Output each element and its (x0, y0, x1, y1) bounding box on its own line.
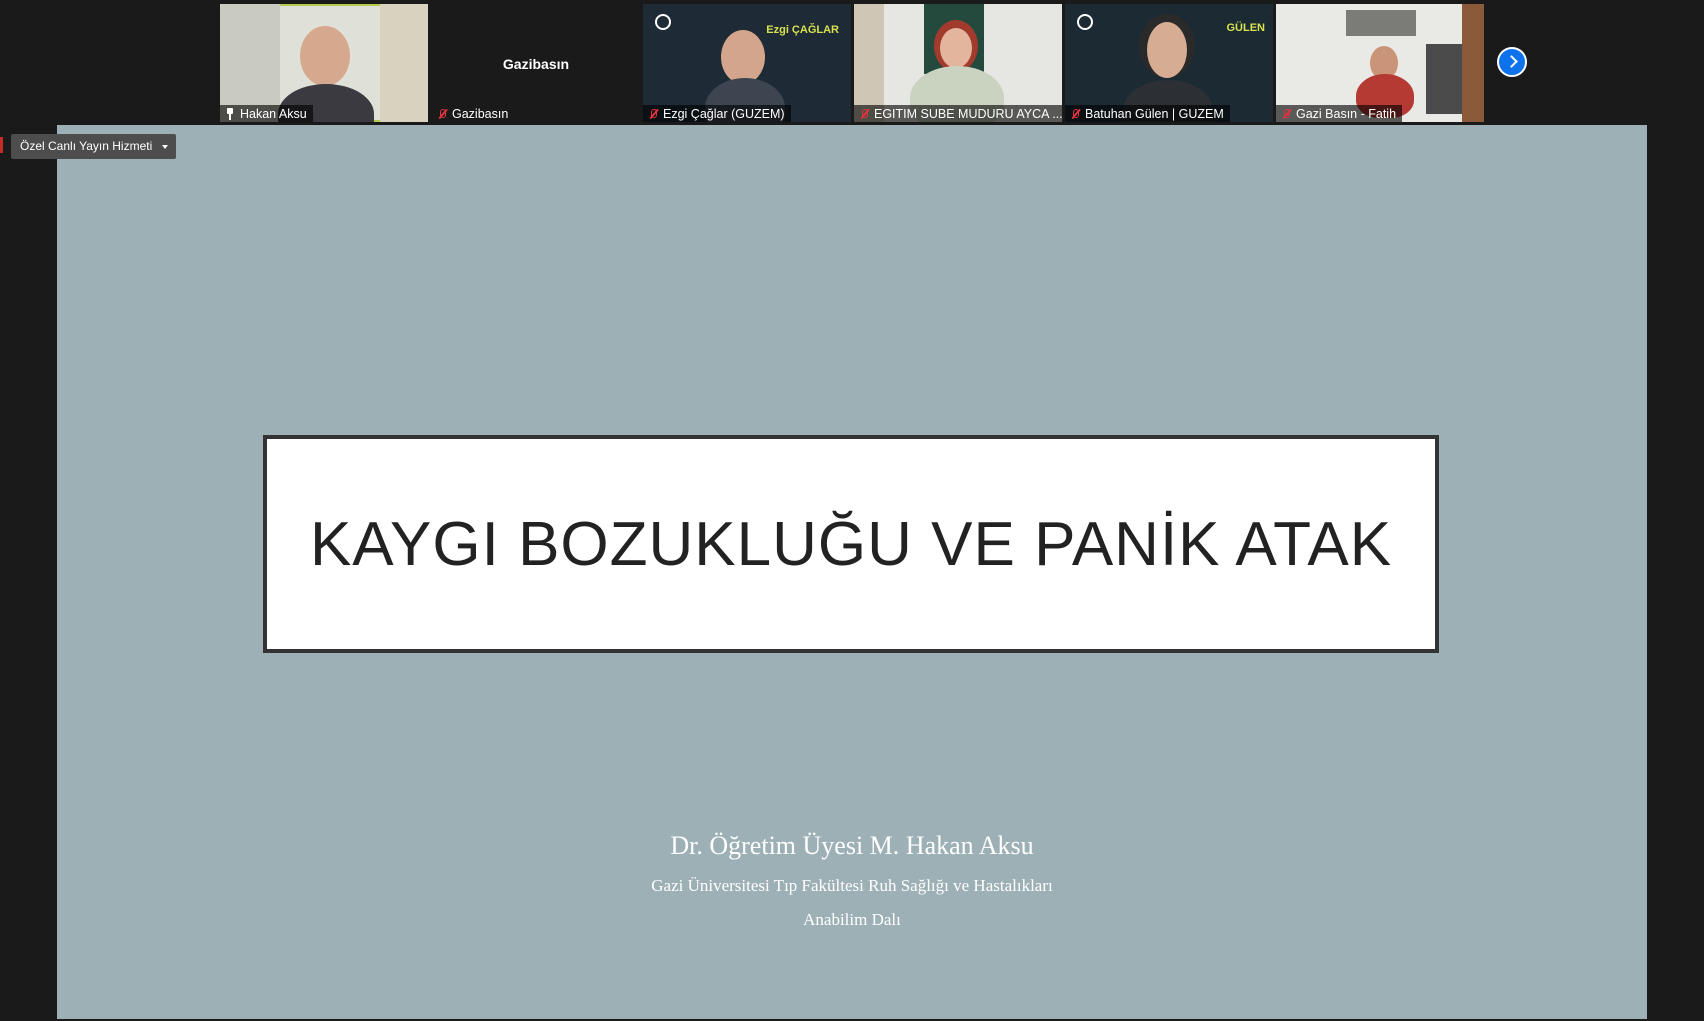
participant-tile[interactable]: Gazi Basın - Fatih (1276, 4, 1484, 122)
chevron-right-icon[interactable] (1497, 47, 1527, 77)
guzem-logo (655, 14, 725, 38)
participant-name: Gazi Basın - Fatih (1296, 106, 1397, 121)
participant-name: Batuhan Gülen | GUZEM (1085, 106, 1224, 121)
participant-tile[interactable]: Hakan Aksu (220, 4, 428, 122)
participant-video (940, 28, 972, 68)
participant-name: EGITIM SUBE MUDURU AYCA ... (874, 106, 1062, 121)
participant-name-label: Ezgi Çağlar (GUZEM) (643, 105, 791, 122)
participant-video (300, 26, 350, 86)
live-stream-dropdown[interactable]: Özel Canlı Yayın Hizmeti (11, 134, 177, 159)
pin-icon (224, 107, 236, 120)
zoom-meeting-window: Hakan Aksu Gazibasın Gazibasın Ezgi ÇAĞL… (0, 0, 1704, 1021)
presenter-department: Anabilim Dalı (803, 910, 901, 929)
participant-tile[interactable]: Gazibasın Gazibasın (432, 4, 640, 122)
office-chair (1426, 44, 1466, 114)
recording-indicator (0, 137, 3, 153)
participant-name-label: Gazi Basın - Fatih (1276, 105, 1403, 122)
mic-muted-icon (436, 108, 448, 120)
participant-tile[interactable]: GÜLEN Batuhan Gülen | GUZEM (1065, 4, 1273, 122)
participant-name: Ezgi Çağlar (GUZEM) (663, 106, 785, 121)
live-stream-label: Özel Canlı Yayın Hizmeti (20, 139, 153, 153)
caret-down-icon (162, 145, 169, 149)
participant-name-label: Hakan Aksu (220, 105, 313, 122)
participant-name-label: EGITIM SUBE MUDURU AYCA ... (854, 105, 1062, 122)
participant-gallery-strip: Hakan Aksu Gazibasın Gazibasın Ezgi ÇAĞL… (0, 0, 1704, 125)
door (1462, 4, 1484, 122)
presenter-name: Dr. Öğretim Üyesi M. Hakan Aksu (670, 831, 1034, 860)
participant-tile[interactable]: EGITIM SUBE MUDURU AYCA ... (854, 4, 1062, 122)
mic-muted-icon (1069, 108, 1081, 120)
slide-title: KAYGI BOZUKLUĞU VE PANİK ATAK (309, 509, 1393, 579)
participant-name-label: Gazibasın (432, 105, 514, 122)
mic-muted-icon (647, 108, 659, 120)
participant-name: Gazibasın (452, 106, 509, 121)
guzem-logo (1077, 14, 1147, 38)
virtual-background-text: Ezgi ÇAĞLAR (766, 24, 839, 36)
presenter-affiliation: Gazi Üniversitesi Tıp Fakültesi Ruh Sağl… (651, 876, 1053, 895)
participant-tile[interactable]: Ezgi ÇAĞLAR Ezgi Çağlar (GUZEM) (643, 4, 851, 122)
mic-muted-icon (858, 108, 870, 120)
participant-center-name: Gazibasın (502, 56, 570, 72)
wall-frames (1346, 10, 1416, 36)
participant-video (721, 30, 765, 84)
participant-video (1147, 22, 1187, 78)
virtual-background-text: GÜLEN (1226, 22, 1266, 34)
video-background (380, 4, 428, 122)
participant-name-label: Batuhan Gülen | GUZEM (1065, 105, 1230, 122)
mic-muted-icon (1280, 108, 1292, 120)
slide-title-box: KAYGI BOZUKLUĞU VE PANİK ATAK (263, 435, 1439, 653)
participant-name: Hakan Aksu (240, 106, 307, 121)
